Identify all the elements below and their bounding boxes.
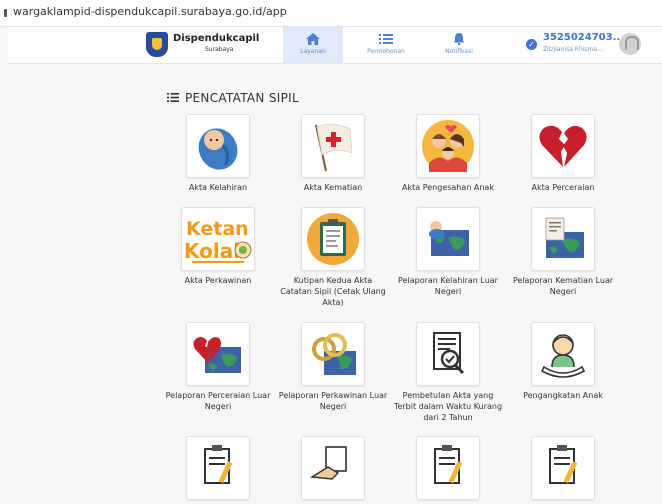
service-pelaporan-kelahiran-ln[interactable]: Pelaporan Kelahiran Luar Negeri (393, 207, 503, 297)
nav-notifikasi-label: Notifikasi (445, 48, 473, 55)
service-label: Kutipan Kedua Akta Catatan Sipil (Cetak … (280, 276, 386, 307)
clipboard-document-icon (301, 207, 365, 271)
service-pembetulan-akta[interactable]: Pembetulan Akta yang Terbit dalam Waktu … (393, 322, 503, 423)
world-map-broken-heart-icon (186, 322, 250, 386)
brand-subtitle: Surabaya (205, 46, 234, 53)
service-akta-kematian[interactable]: Akta Kematian (278, 114, 388, 193)
top-navigation-bar: Dispendukcapil Surabaya Layanan Permohon… (8, 27, 662, 64)
brand-title[interactable]: Dispendukcapil (173, 33, 259, 44)
service-label: Pengangkatan Anak (523, 391, 603, 400)
ketan-kolak-logo: Ketan Kolak (181, 207, 255, 271)
clipboard-pen-icon (531, 436, 595, 500)
surabaya-logo-icon[interactable] (146, 32, 168, 57)
service-pelaporan-perkawinan-ln[interactable]: Pelaporan Perkawinan Luar Negeri (278, 322, 388, 412)
clipboard-pen-icon (186, 436, 250, 500)
nav-permohonan[interactable]: Permohonan (356, 27, 416, 63)
service-label: Pelaporan Kematian Luar Negeri (512, 276, 614, 296)
service-label: Pelaporan Kelahiran Luar Negeri (398, 276, 498, 296)
url-text[interactable]: wargaklampid-dispendukcapil.surabaya.go.… (13, 5, 287, 18)
service-label: Pembetulan Akta yang Terbit dalam Waktu … (393, 391, 503, 422)
hand-document-icon (301, 436, 365, 500)
browser-address-bar[interactable]: wargaklampid-dispendukcapil.surabaya.go.… (0, 0, 662, 27)
baby-icon (186, 114, 250, 178)
service-tile-row4-3[interactable] (393, 436, 503, 504)
service-kutipan-kedua-akta[interactable]: Kutipan Kedua Akta Catatan Sipil (Cetak … (278, 207, 388, 308)
service-tile-row4-4[interactable] (508, 436, 618, 504)
red-cross-flag-icon (301, 114, 365, 178)
list-icon (379, 34, 393, 44)
service-label: Akta Kelahiran (188, 183, 248, 192)
service-label: Pelaporan Perkawinan Luar Negeri (278, 391, 388, 411)
nav-layanan-label: Layanan (300, 48, 326, 55)
user-name[interactable]: Zilzjianisa Rhisma... (543, 46, 603, 53)
clipboard-pen-icon (416, 436, 480, 500)
child-hand-icon (531, 322, 595, 386)
service-label: Akta Perkawinan (184, 276, 252, 285)
list-icon (167, 93, 179, 102)
section-heading: PENCATATAN SIPIL (167, 91, 299, 105)
world-map-certificate-icon (531, 207, 595, 271)
page-info-icon[interactable] (4, 9, 7, 17)
rings-icon (301, 322, 365, 386)
verified-check-icon: ✓ (526, 39, 537, 50)
service-label: Akta Perceraian (531, 183, 595, 192)
nav-layanan[interactable]: Layanan (283, 27, 343, 63)
service-pengangkatan-anak[interactable]: Pengangkatan Anak (508, 322, 618, 401)
service-pelaporan-perceraian-ln[interactable]: Pelaporan Perceraian Luar Negeri (163, 322, 273, 412)
service-tile-row4-2[interactable] (278, 436, 388, 504)
service-akta-perceraian[interactable]: Akta Perceraian (508, 114, 618, 193)
svg-text:Ketan: Ketan (186, 218, 249, 240)
broken-heart-icon (531, 114, 595, 178)
document-magnifier-icon (416, 322, 480, 386)
user-nik[interactable]: 3525024703... (543, 32, 624, 43)
home-icon (306, 33, 320, 45)
service-label: Pelaporan Perceraian Luar Negeri (165, 391, 271, 411)
service-label: Akta Pengesahan Anak (402, 183, 494, 192)
nav-permohonan-label: Permohonan (367, 48, 405, 55)
nav-notifikasi[interactable]: Notifikasi (429, 27, 489, 63)
service-akta-kelahiran[interactable]: Akta Kelahiran (163, 114, 273, 193)
section-title: PENCATATAN SIPIL (185, 91, 299, 105)
service-pelaporan-kematian-ln[interactable]: Pelaporan Kematian Luar Negeri (508, 207, 618, 297)
service-label: Akta Kematian (303, 183, 363, 192)
service-akta-perkawinan[interactable]: Ketan Kolak Akta Perkawinan (163, 207, 273, 286)
world-map-baby-icon (416, 207, 480, 271)
service-tile-row4-1[interactable] (163, 436, 273, 504)
service-akta-pengesahan-anak[interactable]: Akta Pengesahan Anak (393, 114, 503, 193)
family-icon (416, 114, 480, 178)
bell-icon (453, 33, 465, 45)
avatar[interactable] (619, 33, 641, 55)
